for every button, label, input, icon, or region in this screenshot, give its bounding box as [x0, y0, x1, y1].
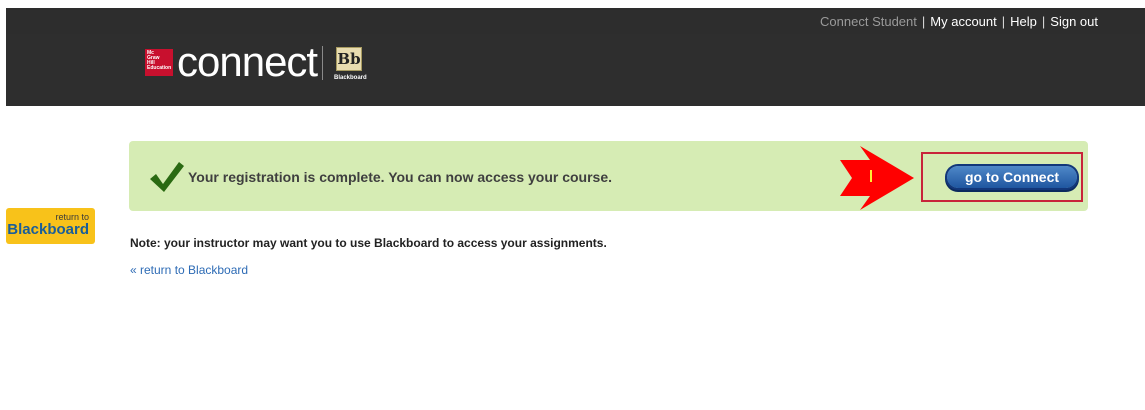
mcgraw-hill-logo: Mc Graw Hill Education	[145, 49, 173, 76]
user-type-label: Connect Student	[820, 13, 917, 29]
separator: |	[1041, 13, 1046, 29]
logo-divider	[322, 46, 323, 80]
return-to-blackboard-tab[interactable]: return to Blackboard	[6, 208, 95, 244]
top-gap	[0, 0, 1145, 8]
separator: |	[921, 13, 926, 29]
blackboard-logo: Bb	[336, 47, 362, 71]
separator: |	[1001, 13, 1006, 29]
left-edge	[0, 106, 6, 410]
check-icon	[150, 162, 184, 192]
sign-out-link[interactable]: Sign out	[1050, 14, 1098, 29]
registration-message: Your registration is complete. You can n…	[188, 169, 613, 185]
my-account-link[interactable]: My account	[930, 14, 996, 29]
return-tab-big-text: Blackboard	[7, 221, 89, 238]
logo-line: Education	[147, 65, 172, 71]
help-link[interactable]: Help	[1010, 14, 1037, 29]
blackboard-logo-text: Blackboard	[334, 75, 367, 81]
connect-logo-text: connect	[177, 38, 318, 85]
go-to-connect-button[interactable]: go to Connect	[947, 166, 1077, 188]
text-cursor-icon	[870, 170, 872, 182]
top-nav-bar: Connect Student | My account | Help | Si…	[6, 8, 1145, 34]
red-arrow-icon	[840, 146, 914, 210]
instructor-note: Note: your instructor may want you to us…	[130, 236, 607, 250]
return-to-blackboard-link[interactable]: « return to Blackboard	[130, 263, 248, 277]
